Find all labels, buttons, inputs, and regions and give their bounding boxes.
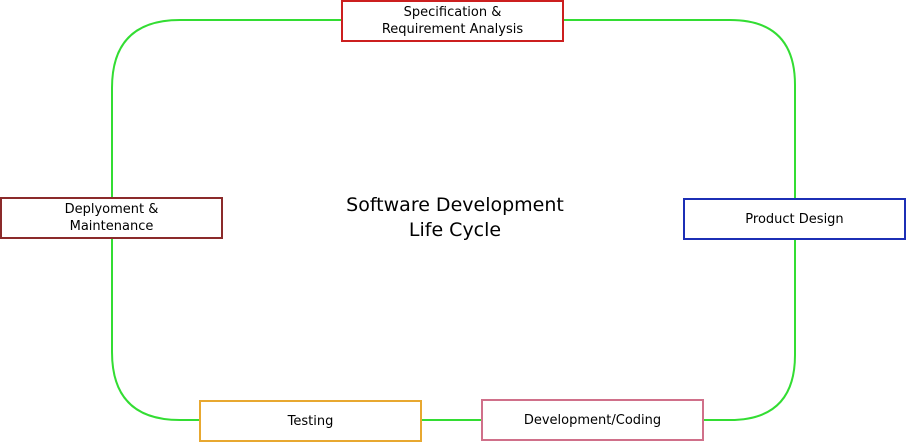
stage-testing: Testing <box>199 400 422 442</box>
stage-label-line: Development/Coding <box>523 412 662 428</box>
diagram-title-line: Life Cycle <box>408 219 502 241</box>
stage-label-line: Testing <box>287 413 334 429</box>
stage-label-line: Specification & <box>403 5 502 20</box>
stage-label-line: Requirement Analysis <box>381 22 524 37</box>
stage-label-line: Product Design <box>745 211 844 227</box>
sdlc-diagram: Specification & Requirement Analysis Pro… <box>0 0 907 443</box>
stage-product-design: Product Design <box>683 198 906 240</box>
stage-development-coding: Development/Coding <box>481 399 704 441</box>
stage-specification-requirement-analysis: Specification & Requirement Analysis <box>341 0 564 42</box>
diagram-title-line: Software Development <box>346 194 564 216</box>
stage-label-line: Maintenance <box>69 219 154 234</box>
stage-label-line: Deplyoment & <box>64 202 159 217</box>
diagram-title: Software Development Life Cycle <box>305 193 605 243</box>
stage-deployment-maintenance: Deplyoment & Maintenance <box>0 197 223 239</box>
